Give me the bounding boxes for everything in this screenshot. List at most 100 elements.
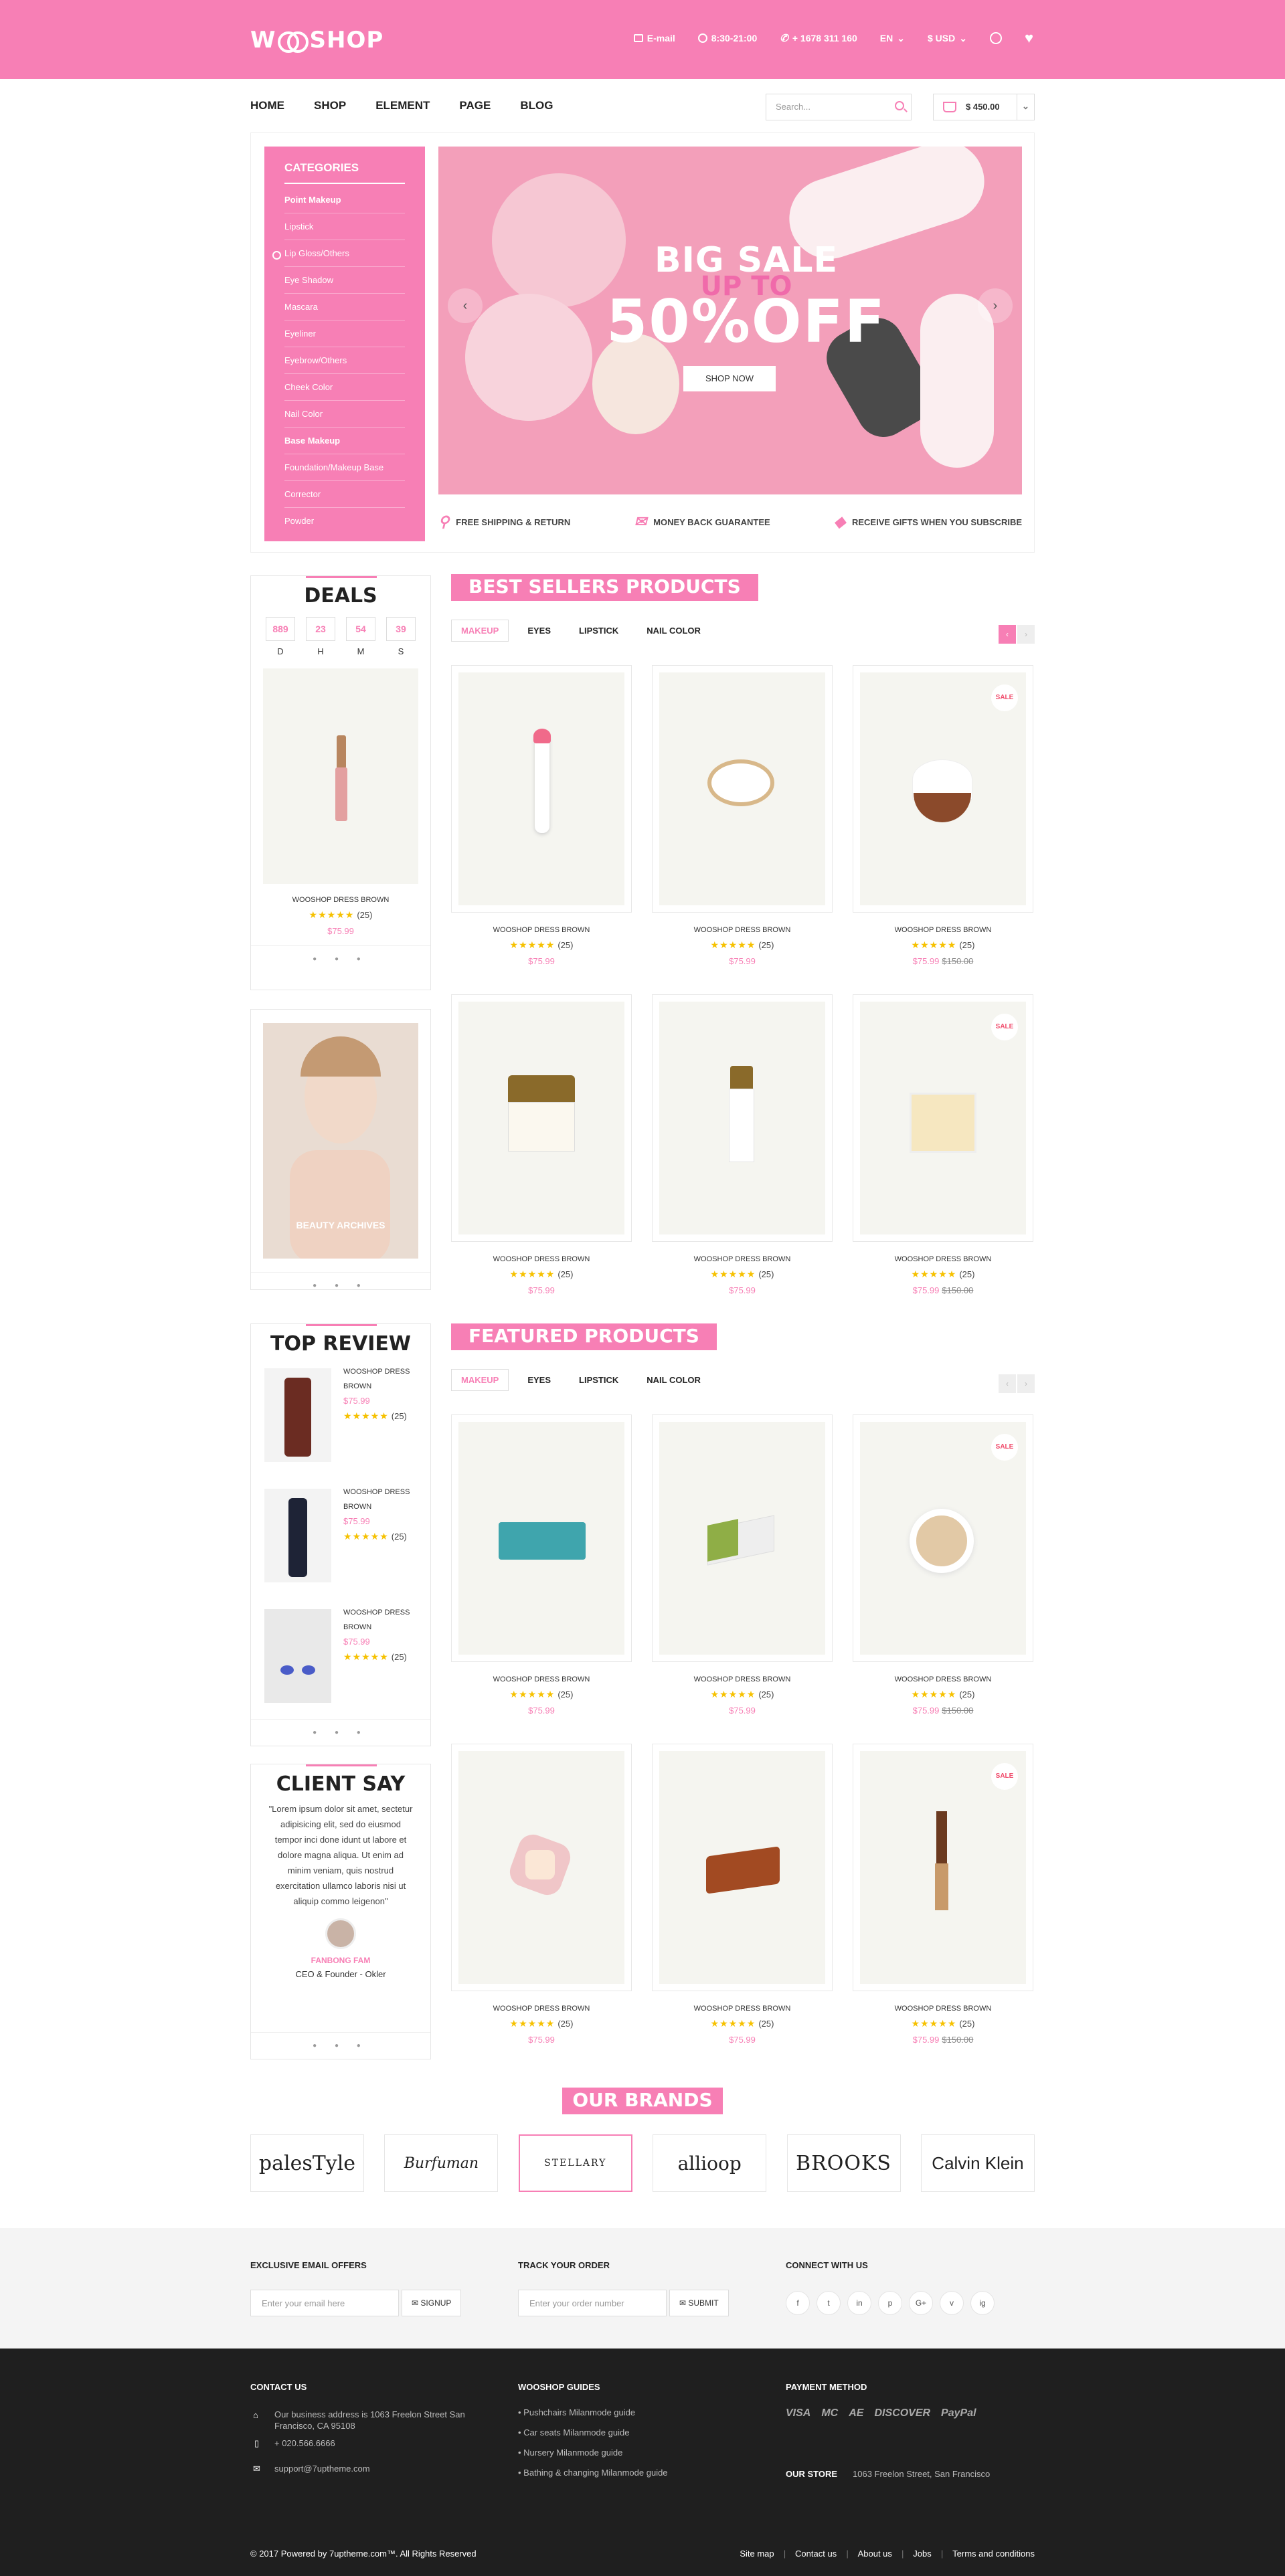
tab-lipstick[interactable]: LIPSTICK xyxy=(570,620,628,641)
product-name[interactable]: WOOSHOP DRESS BROWN xyxy=(451,2005,632,2013)
instagram-icon[interactable]: ig xyxy=(970,2291,995,2315)
slider-next-button[interactable]: › xyxy=(978,288,1013,323)
carousel-dots[interactable]: ● ● ● xyxy=(251,1719,430,1736)
footer-link-terms[interactable]: Terms and conditions xyxy=(952,2549,1035,2559)
category-item[interactable]: Lip Gloss/Others xyxy=(272,240,405,267)
category-item[interactable]: Powder xyxy=(284,508,405,535)
brand-logo[interactable]: BROOKS xyxy=(786,2134,901,2192)
product-card[interactable] xyxy=(652,665,833,913)
category-item[interactable]: Nail Color xyxy=(284,401,405,428)
guide-link[interactable]: • Nursery Milanmode guide xyxy=(518,2448,622,2458)
next-button[interactable]: › xyxy=(1017,1374,1035,1393)
guide-link[interactable]: • Pushchairs Milanmode guide xyxy=(518,2407,635,2417)
product-name[interactable]: WOOSHOP DRESS BROWN xyxy=(451,926,632,934)
cart-button[interactable]: $ 450.00 ⌄ xyxy=(933,94,1035,120)
category-item[interactable]: Cheek Color xyxy=(284,374,405,401)
submit-button[interactable]: ✉ SUBMIT xyxy=(669,2290,729,2316)
logo[interactable]: W SHOP xyxy=(250,24,383,56)
footer-link-about[interactable]: About us xyxy=(858,2549,892,2559)
product-name[interactable]: WOOSHOP DRESS BROWN xyxy=(451,1675,632,1683)
language-select[interactable]: EN ⌄ xyxy=(880,33,905,44)
brand-logo[interactable]: Calvin Klein xyxy=(920,2134,1035,2192)
footer-link-contact[interactable]: Contact us xyxy=(795,2549,837,2559)
carousel-dots[interactable]: ● ● ● xyxy=(251,945,430,963)
nav-home[interactable]: HOME xyxy=(250,99,284,112)
product-card[interactable] xyxy=(652,1744,833,1991)
product-card[interactable] xyxy=(652,1414,833,1662)
nav-blog[interactable]: BLOG xyxy=(520,99,553,112)
chevron-down-icon[interactable]: ⌄ xyxy=(1017,94,1034,120)
product-card[interactable]: SALE xyxy=(853,665,1033,913)
deal-product-name[interactable]: WOOSHOP DRESS BROWN xyxy=(251,896,430,904)
product-name[interactable]: WOOSHOP DRESS BROWN xyxy=(853,926,1033,934)
brand-logo[interactable]: palesTyle xyxy=(250,2134,364,2192)
category-item[interactable]: Base Makeup xyxy=(284,428,405,454)
review-product-image[interactable] xyxy=(264,1368,331,1462)
product-name[interactable]: WOOSHOP DRESS BROWN xyxy=(853,1675,1033,1683)
facebook-icon[interactable]: f xyxy=(786,2291,810,2315)
tab-eyes[interactable]: EYES xyxy=(518,1370,560,1390)
nav-element[interactable]: ELEMENT xyxy=(375,99,430,112)
category-item[interactable]: Foundation/Makeup Base xyxy=(284,454,405,481)
product-name[interactable]: WOOSHOP DRESS BROWN xyxy=(652,2005,833,2013)
review-product-image[interactable] xyxy=(264,1489,331,1582)
search-icon[interactable] xyxy=(895,101,904,110)
deal-product-image[interactable] xyxy=(263,668,418,884)
product-card[interactable]: SALE xyxy=(853,1414,1033,1662)
prev-button[interactable]: ‹ xyxy=(999,625,1016,644)
category-item[interactable]: Corrector xyxy=(284,481,405,508)
footer-link-jobs[interactable]: Jobs xyxy=(913,2549,931,2559)
google-plus-icon[interactable]: G+ xyxy=(909,2291,933,2315)
product-card[interactable] xyxy=(451,1414,632,1662)
review-product-image[interactable] xyxy=(264,1609,331,1703)
shop-now-button[interactable]: SHOP NOW xyxy=(683,366,776,391)
guide-link[interactable]: • Bathing & changing Milanmode guide xyxy=(518,2468,668,2478)
brand-logo[interactable]: allioop xyxy=(653,2134,767,2192)
brand-logo[interactable]: Burfuman xyxy=(384,2134,499,2192)
linkedin-icon[interactable]: in xyxy=(847,2291,871,2315)
nav-page[interactable]: PAGE xyxy=(459,99,491,112)
search-input[interactable]: Search... xyxy=(766,94,912,120)
tab-nail-color[interactable]: NAIL COLOR xyxy=(637,1370,710,1390)
currency-select[interactable]: $ USD ⌄ xyxy=(928,33,967,44)
review-product-name[interactable]: WOOSHOP DRESS BROWN xyxy=(343,1485,424,1514)
product-name[interactable]: WOOSHOP DRESS BROWN xyxy=(652,1675,833,1683)
product-card[interactable] xyxy=(451,665,632,913)
vimeo-icon[interactable]: v xyxy=(940,2291,964,2315)
product-card[interactable] xyxy=(652,994,833,1242)
category-item[interactable]: Point Makeup xyxy=(284,187,405,213)
guide-link[interactable]: • Car seats Milanmode guide xyxy=(518,2427,629,2437)
order-number-field[interactable]: Enter your order number xyxy=(518,2290,667,2316)
tab-makeup[interactable]: MAKEUP xyxy=(451,1369,509,1391)
review-product-name[interactable]: WOOSHOP DRESS BROWN xyxy=(343,1364,424,1394)
product-card[interactable] xyxy=(451,994,632,1242)
twitter-icon[interactable]: t xyxy=(817,2291,841,2315)
email-field[interactable]: Enter your email here xyxy=(250,2290,399,2316)
product-card[interactable] xyxy=(451,1744,632,1991)
brand-logo[interactable]: STELLARY xyxy=(518,2134,632,2192)
carousel-dots[interactable]: ● ● ● xyxy=(251,2032,430,2049)
email-link[interactable]: E-mail xyxy=(633,33,675,43)
category-item[interactable]: Eye Shadow xyxy=(284,267,405,294)
nav-shop[interactable]: SHOP xyxy=(314,99,346,112)
product-name[interactable]: WOOSHOP DRESS BROWN xyxy=(652,1255,833,1263)
product-card[interactable]: SALE xyxy=(853,1744,1033,1991)
review-product-name[interactable]: WOOSHOP DRESS BROWN xyxy=(343,1605,424,1635)
pinterest-icon[interactable]: p xyxy=(878,2291,902,2315)
product-card[interactable]: SALE xyxy=(853,994,1033,1242)
slider-prev-button[interactable]: ‹ xyxy=(448,288,483,323)
tab-makeup[interactable]: MAKEUP xyxy=(451,620,509,642)
account-icon[interactable] xyxy=(989,32,1002,44)
wishlist-icon[interactable]: ♥ xyxy=(1025,31,1033,45)
product-name[interactable]: WOOSHOP DRESS BROWN xyxy=(853,1255,1033,1263)
tab-nail-color[interactable]: NAIL COLOR xyxy=(637,620,710,641)
product-name[interactable]: WOOSHOP DRESS BROWN xyxy=(652,926,833,934)
category-item[interactable]: Mascara xyxy=(284,294,405,320)
footer-link-sitemap[interactable]: Site map xyxy=(740,2549,774,2559)
tab-lipstick[interactable]: LIPSTICK xyxy=(570,1370,628,1390)
beauty-banner[interactable]: BEAUTY ARCHIVES ● ● ● xyxy=(250,1009,431,1290)
next-button[interactable]: › xyxy=(1017,625,1035,644)
category-item[interactable]: Eyeliner xyxy=(284,320,405,347)
tab-eyes[interactable]: EYES xyxy=(518,620,560,641)
carousel-dots[interactable]: ● ● ● xyxy=(251,1272,430,1289)
